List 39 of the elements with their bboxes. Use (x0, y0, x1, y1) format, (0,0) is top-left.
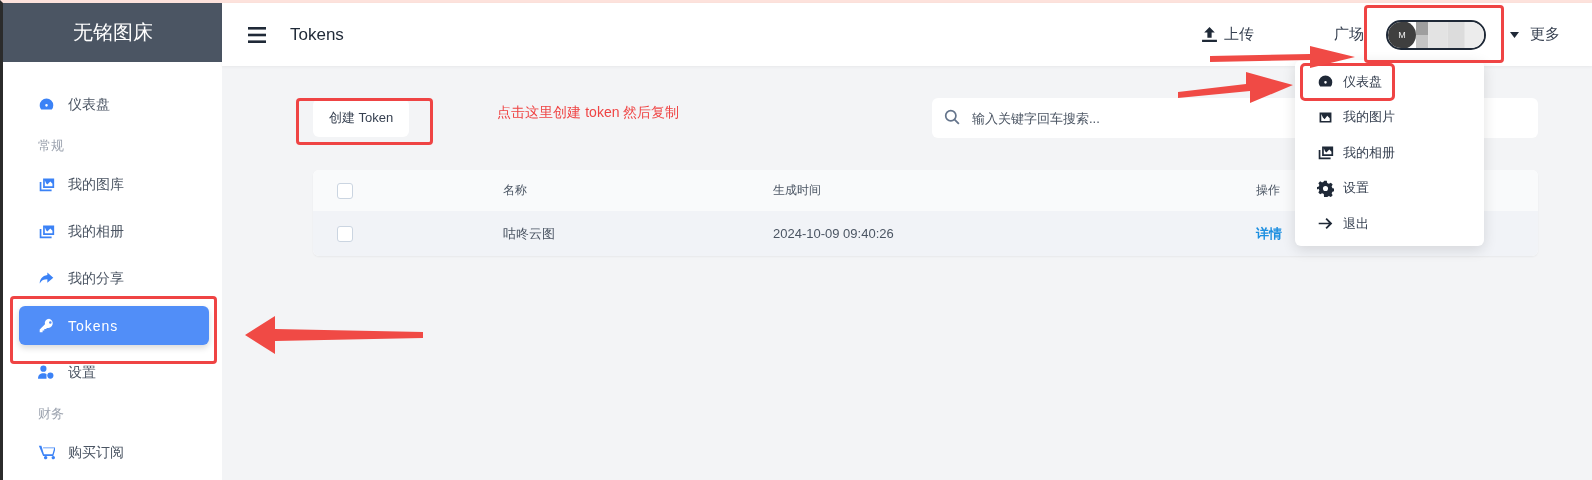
user-gear-icon (38, 364, 55, 381)
upload-link[interactable]: 上传 (1201, 25, 1254, 44)
images-icon (1317, 144, 1334, 162)
upload-icon (1201, 26, 1218, 43)
sidebar-item[interactable]: 仪表盘 (19, 85, 209, 124)
sidebar-item[interactable]: 我的分享 (19, 259, 209, 298)
images-icon (38, 223, 55, 240)
table-cell: 咕咚云图 (503, 224, 555, 243)
caret-icon (1510, 31, 1519, 38)
user-avatar[interactable]: M (1386, 19, 1486, 50)
menu-item[interactable]: 仪表盘 (1301, 64, 1394, 100)
cart-icon (38, 444, 55, 461)
column-header: 名称 (503, 182, 527, 199)
create-token-button[interactable]: 创建 Token (313, 99, 410, 137)
section-heading: 常规 (37, 137, 65, 155)
menu-item[interactable]: 我的相册 (1301, 135, 1407, 171)
column-header: 生成时间 (773, 182, 821, 199)
menu-item[interactable]: 退出 (1301, 206, 1381, 242)
sidebar-item[interactable]: 我的图库 (19, 165, 209, 204)
section-heading: 财务 (37, 405, 65, 423)
page-title: Tokens (290, 24, 344, 45)
more-link[interactable]: 更多 (1530, 25, 1560, 44)
square-link[interactable]: 广场 (1334, 25, 1364, 44)
menu-item[interactable]: 设置 (1301, 170, 1381, 206)
menu-icon (248, 26, 266, 43)
sidebar-item[interactable]: 购买订阅 (19, 433, 209, 472)
images-icon (38, 176, 55, 193)
key-icon (38, 317, 55, 334)
menu-item[interactable]: 我的图片 (1301, 99, 1407, 135)
table-cell: 2024-10-09 09:40:26 (773, 226, 894, 241)
row-checkbox[interactable] (337, 225, 353, 242)
brand-name: 无铭图床 (72, 20, 153, 45)
sidebar-item[interactable]: 我的相册 (19, 212, 209, 251)
gear-icon (1317, 179, 1334, 197)
gauge-icon (38, 96, 55, 113)
select-all-checkbox[interactable] (337, 182, 353, 199)
annotation-note: 点击这里创建 token 然后复制 (497, 104, 680, 122)
sidebar-item[interactable]: 设置 (19, 353, 209, 392)
column-header: 操作 (1256, 182, 1280, 199)
